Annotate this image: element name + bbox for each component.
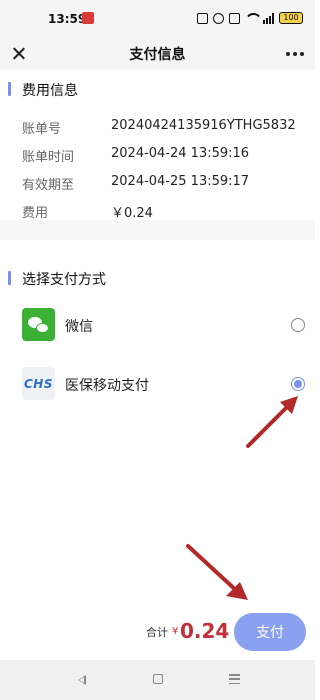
total-label: 合计 [146,626,168,639]
medical-insurance-radio[interactable] [291,377,305,391]
home-icon[interactable] [153,674,163,684]
payment-section-title: 选择支付方式 [22,272,106,288]
status-icons: 100 [197,10,303,26]
section-accent-bar [8,271,11,285]
bill-time-value: 2024-04-24 13:59:16 [111,146,250,161]
fee-value: ￥0.24 [111,206,153,221]
page-title: 支付信息 [129,47,186,63]
section-divider [0,220,315,240]
more-options-icon[interactable] [283,44,307,64]
wifi-icon [245,13,258,23]
signal-icon [263,12,274,24]
wechat-radio[interactable] [291,318,305,332]
alarm-icon [213,12,224,24]
section-accent-bar [8,82,11,96]
recent-apps-icon[interactable] [229,674,240,684]
chs-logo-icon: CHS [22,367,55,400]
status-time: 13:59 [48,12,87,26]
fee-section-title: 费用信息 [22,83,78,99]
fee-label: 费用 [22,206,49,221]
bill-number-label: 账单号 [22,122,62,137]
total-currency: ¥ [172,626,179,637]
valid-until-label: 有效期至 [22,178,75,193]
pay-button[interactable]: 支付 [234,613,306,651]
payment-option-wechat[interactable]: 微信 [0,300,315,350]
valid-until-value: 2024-04-25 13:59:17 [111,174,250,189]
payment-option-label: 微信 [65,319,93,335]
notification-app-icon [82,12,94,24]
bill-time-label: 账单时间 [22,150,75,165]
hd-icon [229,12,240,24]
bill-number-value: 20240424135916YTHG5832 [111,118,296,133]
annotation-arrow-icon [186,544,248,600]
nav-bar: 支付信息 [0,38,315,70]
back-icon[interactable] [78,675,86,685]
wechat-icon [22,308,55,341]
total-amount: 0.24 [180,619,230,643]
system-nav-bar [0,660,315,700]
status-bar: 13:59 100 [0,0,315,38]
battery-icon: 100 [279,12,303,24]
payment-option-label: 医保移动支付 [65,378,149,394]
nfc-icon [197,12,208,24]
annotation-arrow-icon [246,396,298,448]
